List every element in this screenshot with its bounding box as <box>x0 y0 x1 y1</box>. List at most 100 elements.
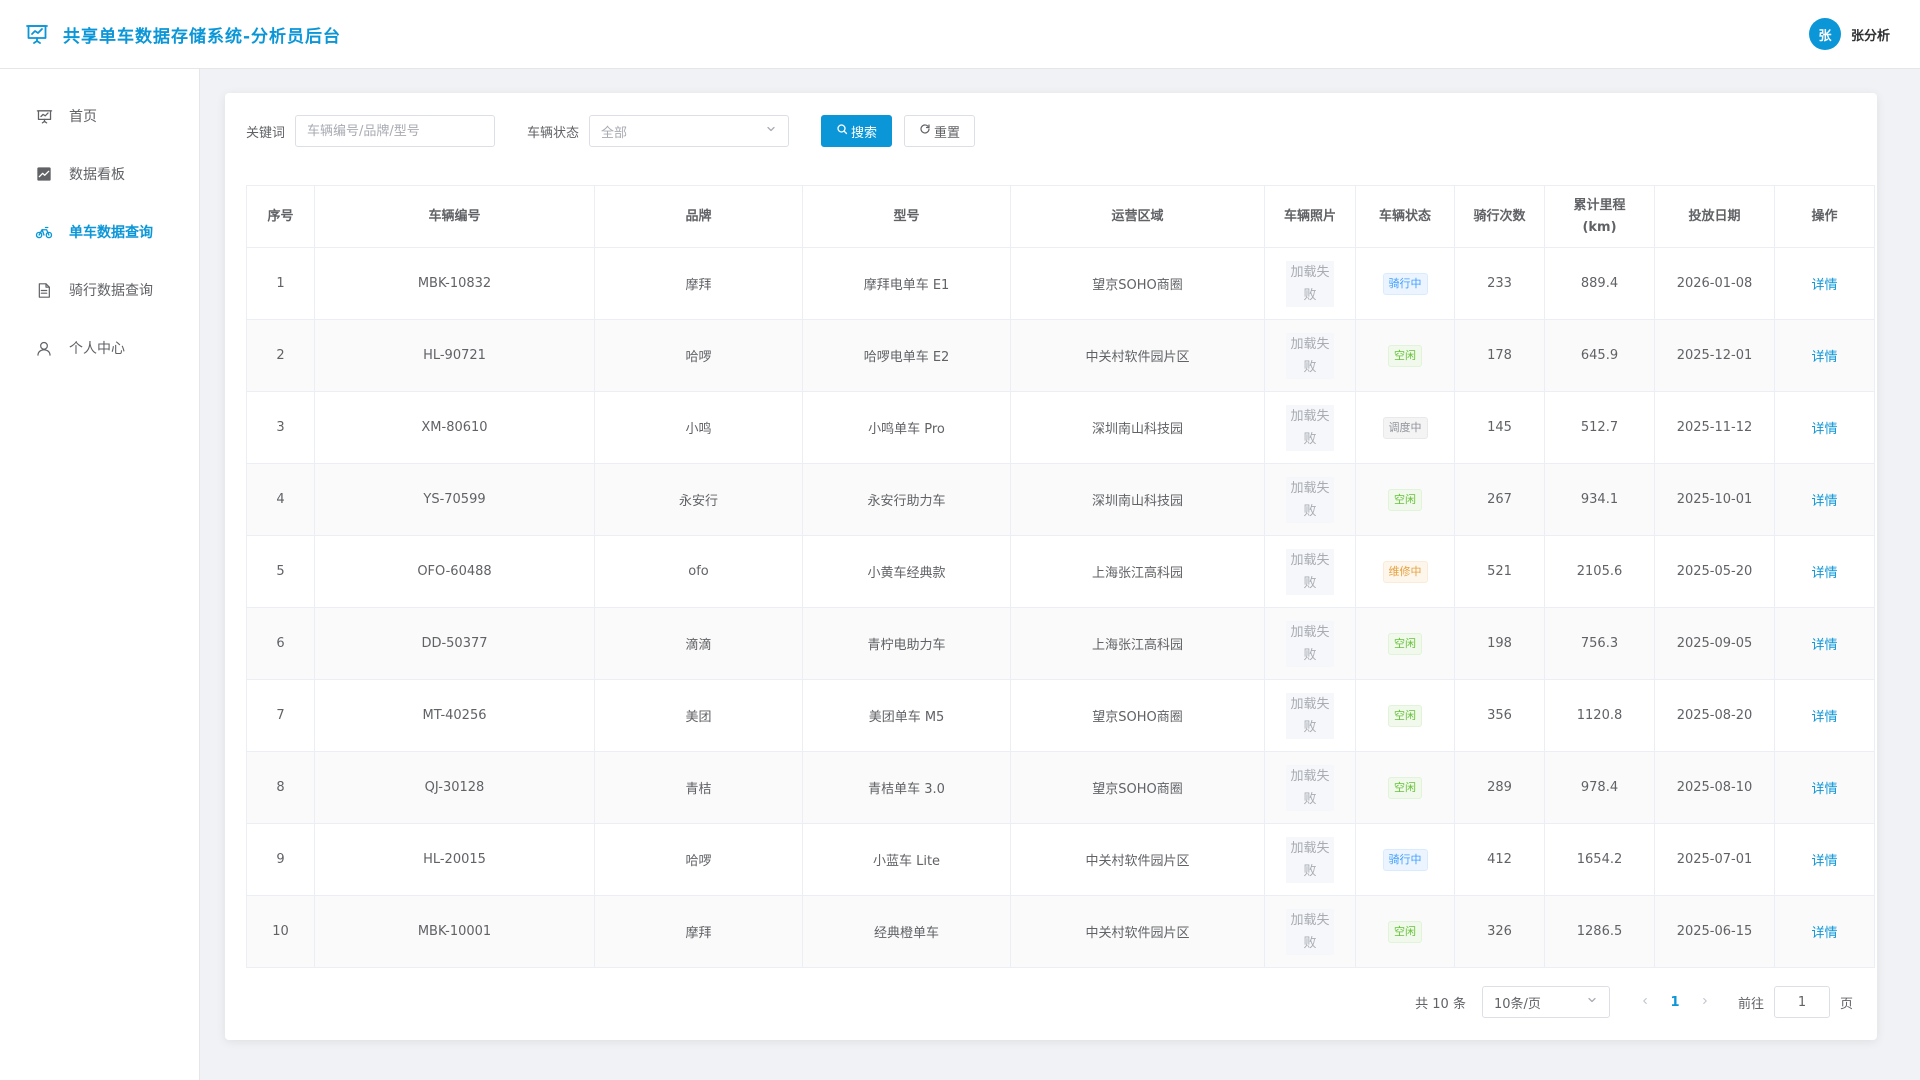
cell-rides: 267 <box>1454 463 1545 536</box>
bicycle-icon <box>35 223 53 241</box>
page-unit-label: 页 <box>1839 996 1853 1012</box>
column-header: 运营区域 <box>1010 185 1265 248</box>
image-load-failed: 加载失败 <box>1286 404 1334 451</box>
search-button[interactable]: 搜索 <box>821 115 893 147</box>
cell-photo: 加载失败 <box>1264 535 1356 608</box>
cell-area: 中关村软件园片区 <box>1010 823 1265 896</box>
cell-date: 2025-07-01 <box>1654 823 1775 896</box>
cell-area: 深圳南山科技园 <box>1010 463 1265 536</box>
table-row: 9 HL-20015 哈啰 小蓝车 Lite 中关村软件园片区 加载失败 骑行中 412 165… <box>246 823 1875 896</box>
cell-status: 空闲 <box>1355 679 1455 752</box>
sidebar-item-ride-query[interactable]: 骑行数据查询 <box>0 261 199 319</box>
cell-rides: 412 <box>1454 823 1545 896</box>
app-title: 共享单车数据存储系统-分析员后台 <box>63 26 342 47</box>
cell-model: 美团单车 M5 <box>802 679 1011 752</box>
status-badge: 骑行中 <box>1382 848 1428 871</box>
sidebar-item-label: 骑行数据查询 <box>69 283 153 299</box>
keyword-label: 关键词 <box>246 125 286 141</box>
status-badge: 空闲 <box>1388 704 1422 727</box>
cell-action: 详情 <box>1774 247 1875 320</box>
refresh-icon <box>919 123 931 139</box>
cell-status: 空闲 <box>1355 463 1455 536</box>
chart-icon <box>35 165 53 183</box>
sidebar-item-bike-query[interactable]: 单车数据查询 <box>0 203 199 261</box>
user-menu[interactable]: 张 张分析 <box>1808 18 1890 50</box>
status-label: 车辆状态 <box>527 125 580 141</box>
detail-link[interactable]: 详情 <box>1811 710 1837 725</box>
sidebar: 首页 数据看板 单车数据查询 骑行数据查询 个人中心 <box>0 69 200 1080</box>
detail-link[interactable]: 详情 <box>1811 782 1837 797</box>
cell-photo: 加载失败 <box>1264 607 1356 680</box>
detail-link[interactable]: 详情 <box>1811 854 1837 869</box>
detail-link[interactable]: 详情 <box>1811 926 1837 941</box>
top-header: 共享单车数据存储系统-分析员后台 张 张分析 <box>0 0 1920 69</box>
goto-page-input[interactable] <box>1773 986 1830 1018</box>
column-header: 序号 <box>246 185 315 248</box>
column-header: 投放日期 <box>1654 185 1775 248</box>
cell-brand: ofo <box>594 535 803 608</box>
cell-code: OFO-60488 <box>314 535 595 608</box>
cell-no: 1 <box>246 247 315 320</box>
sidebar-item-profile[interactable]: 个人中心 <box>0 319 199 377</box>
status-badge: 空闲 <box>1388 488 1422 511</box>
cell-mileage: 512.7 <box>1544 391 1655 464</box>
detail-link[interactable]: 详情 <box>1811 494 1837 509</box>
pagination: 共 10 条 10条/页 1 前往 页 <box>1415 986 1853 1018</box>
cell-status: 骑行中 <box>1355 823 1455 896</box>
avatar[interactable]: 张 <box>1808 18 1841 50</box>
user-icon <box>35 339 53 357</box>
total-count: 共 10 条 <box>1415 996 1466 1012</box>
keyword-input[interactable] <box>295 115 496 147</box>
cell-code: DD-50377 <box>314 607 595 680</box>
sidebar-item-home[interactable]: 首页 <box>0 87 199 145</box>
cell-brand: 滴滴 <box>594 607 803 680</box>
cell-rides: 356 <box>1454 679 1545 752</box>
user-name[interactable]: 张分析 <box>1851 25 1890 44</box>
cell-brand: 青桔 <box>594 751 803 824</box>
cell-code: MT-40256 <box>314 679 595 752</box>
page-number[interactable]: 1 <box>1660 995 1690 1010</box>
table-body: 1 MBK-10832 摩拜 摩拜电单车 E1 望京SOHO商圈 加载失败 骑行中 233 88… <box>246 247 1875 968</box>
column-header: 操作 <box>1774 185 1875 248</box>
cell-rides: 198 <box>1454 607 1545 680</box>
cell-rides: 289 <box>1454 751 1545 824</box>
bike-table: 序号 车辆编号 品牌 型号 运营区域 车辆照片 车辆状态 骑行次数 累计里程 (… <box>246 185 1875 968</box>
next-page-button[interactable] <box>1690 995 1720 1010</box>
cell-action: 详情 <box>1774 463 1875 536</box>
cell-model: 永安行助力车 <box>802 463 1011 536</box>
status-select[interactable]: 全部 <box>589 115 790 147</box>
status-select-value: 全部 <box>601 125 628 141</box>
chevron-down-icon <box>1586 994 1598 1010</box>
cell-model: 哈啰电单车 E2 <box>802 319 1011 392</box>
page-size-select[interactable]: 10条/页 <box>1481 986 1610 1018</box>
table-row: 1 MBK-10832 摩拜 摩拜电单车 E1 望京SOHO商圈 加载失败 骑行中 233 88… <box>246 247 1875 320</box>
detail-link[interactable]: 详情 <box>1811 350 1837 365</box>
search-button-label: 搜索 <box>851 125 878 141</box>
column-header: 车辆状态 <box>1355 185 1455 248</box>
presentation-board-icon <box>25 22 49 46</box>
cell-action: 详情 <box>1774 391 1875 464</box>
cell-rides: 521 <box>1454 535 1545 608</box>
image-load-failed: 加载失败 <box>1286 908 1334 955</box>
detail-link[interactable]: 详情 <box>1811 422 1837 437</box>
cell-photo: 加载失败 <box>1264 463 1356 536</box>
cell-action: 详情 <box>1774 535 1875 608</box>
cell-no: 7 <box>246 679 315 752</box>
cell-code: YS-70599 <box>314 463 595 536</box>
sidebar-item-dashboard[interactable]: 数据看板 <box>0 145 199 203</box>
status-badge: 空闲 <box>1388 776 1422 799</box>
cell-model: 经典橙单车 <box>802 895 1011 968</box>
cell-brand: 摩拜 <box>594 247 803 320</box>
prev-page-button[interactable] <box>1630 995 1660 1010</box>
cell-brand: 美团 <box>594 679 803 752</box>
cell-model: 青桔单车 3.0 <box>802 751 1011 824</box>
cell-mileage: 1286.5 <box>1544 895 1655 968</box>
detail-link[interactable]: 详情 <box>1811 278 1837 293</box>
detail-link[interactable]: 详情 <box>1811 638 1837 653</box>
presentation-icon <box>35 107 53 125</box>
cell-rides: 178 <box>1454 319 1545 392</box>
search-bar: 关键词 车辆状态 全部 搜索 重置 <box>246 115 1856 147</box>
detail-link[interactable]: 详情 <box>1811 566 1837 581</box>
reset-button[interactable]: 重置 <box>904 115 976 147</box>
cell-date: 2025-05-20 <box>1654 535 1775 608</box>
